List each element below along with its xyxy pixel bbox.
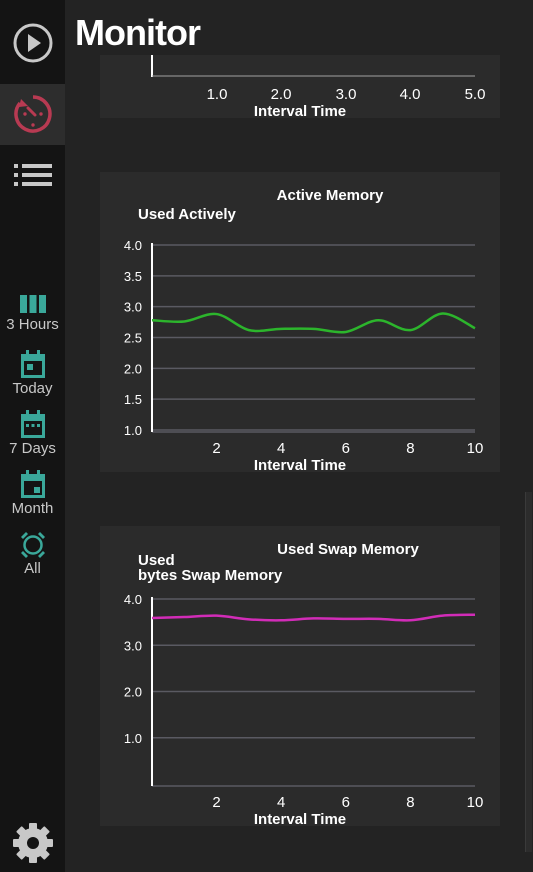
- all-time-icon: [20, 532, 45, 558]
- range-label: Month: [11, 500, 54, 517]
- y-tick-label: 2.5: [124, 331, 142, 346]
- calendar-week-icon: [20, 410, 45, 438]
- x-tick-label: 6: [342, 440, 350, 457]
- x-axis-label: Interval Time: [254, 457, 346, 472]
- y-tick-label: 4.0: [124, 592, 142, 607]
- x-tick-label: 5.0: [465, 86, 486, 103]
- y-tick-label: 1.5: [124, 392, 142, 407]
- y-tick-label: 4.0: [124, 238, 142, 253]
- x-tick-label: 6: [342, 794, 350, 811]
- range-label: 7 Days: [9, 440, 56, 457]
- calendar-today-icon: [20, 350, 45, 378]
- chart-title: Used Swap Memory: [277, 541, 419, 558]
- play-circle-icon: [13, 23, 52, 63]
- x-tick-label: 10: [467, 440, 484, 457]
- calendar-month-icon: [20, 470, 45, 498]
- y-tick-label: 3.0: [124, 638, 142, 653]
- y-tick-label: 2.0: [124, 361, 142, 376]
- run-button[interactable]: [0, 22, 65, 82]
- sidebar: 3 Hours Today 7 Days Month All: [0, 0, 65, 872]
- x-tick-label: 8: [406, 440, 414, 457]
- x-tick-label: 3.0: [336, 86, 357, 103]
- x-tick-label: 4.0: [400, 86, 421, 103]
- partial-chart-card: 1.0 2.0 3.0 4.0 5.0 Interval Time: [100, 55, 500, 120]
- columns-icon: [19, 295, 46, 313]
- y-ticks: 4.0 3.0 2.0 1.0: [124, 592, 142, 746]
- swap-memory-chart: Used Swap Memory Used bytes Swap Memory …: [124, 541, 483, 828]
- x-ticks: 2 4 6 8 10: [212, 440, 483, 457]
- active-memory-chart: Active Memory Used Actively 4.0 3.5 3.0 2.5…: [124, 187, 483, 474]
- y-tick-label: 3.5: [124, 269, 142, 284]
- list-icon: [13, 164, 52, 186]
- range-month[interactable]: Month: [0, 470, 65, 517]
- range-label: Today: [12, 380, 53, 397]
- monitor-nav-button[interactable]: [0, 84, 65, 145]
- y-ticks: 4.0 3.5 3.0 2.5 2.0 1.5 1.0: [124, 238, 142, 438]
- y-tick-label: 2.0: [124, 685, 142, 700]
- chart-title: Active Memory: [277, 187, 384, 204]
- y-axis-label: Used Actively: [138, 206, 236, 223]
- page-scrollbar[interactable]: [525, 492, 532, 852]
- range-7-days[interactable]: 7 Days: [0, 410, 65, 457]
- range-today[interactable]: Today: [0, 350, 65, 397]
- active-memory-series-line: [151, 312, 476, 334]
- x-tick-label: 2.0: [271, 86, 292, 103]
- swap-memory-series-line: [151, 613, 476, 622]
- x-axis-label: Interval Time: [254, 103, 346, 118]
- x-tick-label: 2: [212, 440, 220, 457]
- range-all[interactable]: All: [0, 532, 65, 577]
- gear-icon: [12, 823, 53, 863]
- x-tick-label: 1.0: [207, 86, 228, 103]
- x-tick-label: 4: [277, 794, 285, 811]
- y-tick-label: 1.0: [124, 423, 142, 438]
- list-nav-button[interactable]: [0, 162, 65, 192]
- range-label: All: [24, 560, 41, 577]
- page-title: Monitor: [75, 12, 201, 53]
- x-tick-label: 4: [277, 440, 285, 457]
- range-3-hours[interactable]: 3 Hours: [0, 294, 65, 333]
- y-tick-label: 3.0: [124, 300, 142, 315]
- active-memory-card: Active Memory Used Actively 4.0 3.5 3.0 2.5…: [100, 172, 500, 474]
- range-label: 3 Hours: [6, 316, 59, 333]
- x-axis-label: Interval Time: [254, 811, 346, 826]
- gauge-icon: [13, 95, 52, 133]
- swap-memory-card: Used Swap Memory Used bytes Swap Memory …: [100, 526, 500, 828]
- x-tick-label: 10: [467, 794, 484, 811]
- partial-chart: 1.0 2.0 3.0 4.0 5.0 Interval Time: [151, 55, 486, 120]
- x-tick-label: 2: [212, 794, 220, 811]
- x-tick-label: 8: [406, 794, 414, 811]
- x-ticks: 2 4 6 8 10: [212, 794, 483, 811]
- chart-grid: [152, 598, 475, 787]
- chart-grid: [152, 244, 475, 433]
- y-tick-label: 1.0: [124, 731, 142, 746]
- y-axis-label-line: bytes Swap Memory: [138, 567, 283, 584]
- settings-button[interactable]: [0, 822, 65, 864]
